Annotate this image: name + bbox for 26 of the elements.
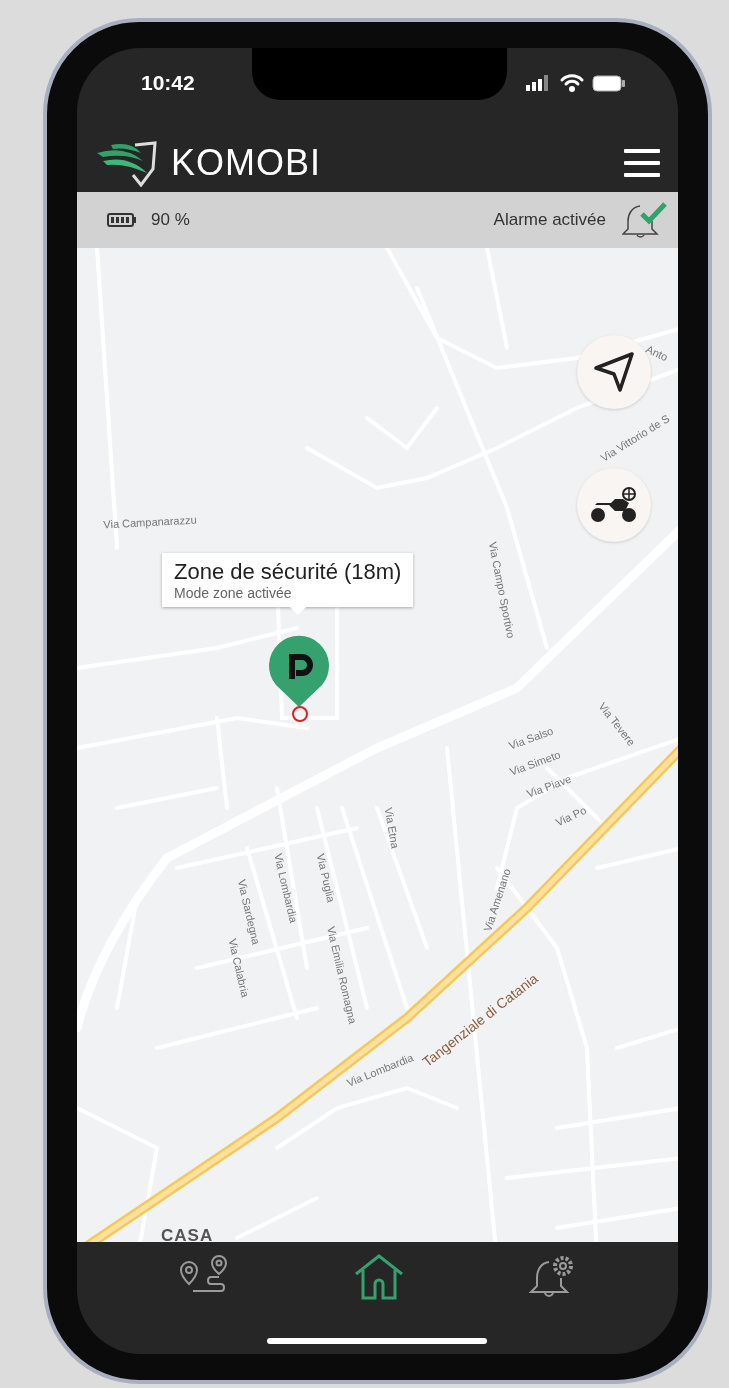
wifi-icon	[560, 74, 584, 92]
street-label: Via Emilia Romagna	[324, 925, 360, 1025]
battery-icon	[592, 74, 626, 92]
location-circle-icon	[291, 705, 309, 723]
zone-title: Zone de sécurité (18m)	[174, 559, 402, 585]
street-label: Via Po	[553, 803, 589, 829]
street-label: Via Etna	[382, 806, 402, 850]
navigation-arrow-icon	[594, 352, 634, 392]
parking-pin-icon	[268, 635, 330, 707]
battery-percentage: 90 %	[151, 210, 190, 230]
street-label: Via Campo Sportivo	[486, 540, 518, 640]
alarm-status: Alarme activée	[493, 210, 606, 230]
battery-level-icon	[107, 213, 137, 227]
brand-name: KOMOBI	[171, 142, 322, 184]
home-icon	[353, 1254, 404, 1300]
menu-button[interactable]	[624, 149, 660, 177]
place-label: CASA	[161, 1226, 214, 1242]
street-label: Via Calabria	[226, 937, 252, 999]
street-label: Via Campanarazzu	[103, 513, 197, 531]
clock-time: 10:42	[141, 71, 195, 95]
motorcycle-icon	[589, 485, 639, 525]
street-label: Via Puglia	[314, 852, 338, 904]
menu-icon	[624, 149, 660, 177]
street-label: Anto	[644, 342, 670, 364]
zone-subtitle: Mode zone activée	[174, 585, 293, 601]
vehicle-locate-button[interactable]	[577, 468, 651, 542]
